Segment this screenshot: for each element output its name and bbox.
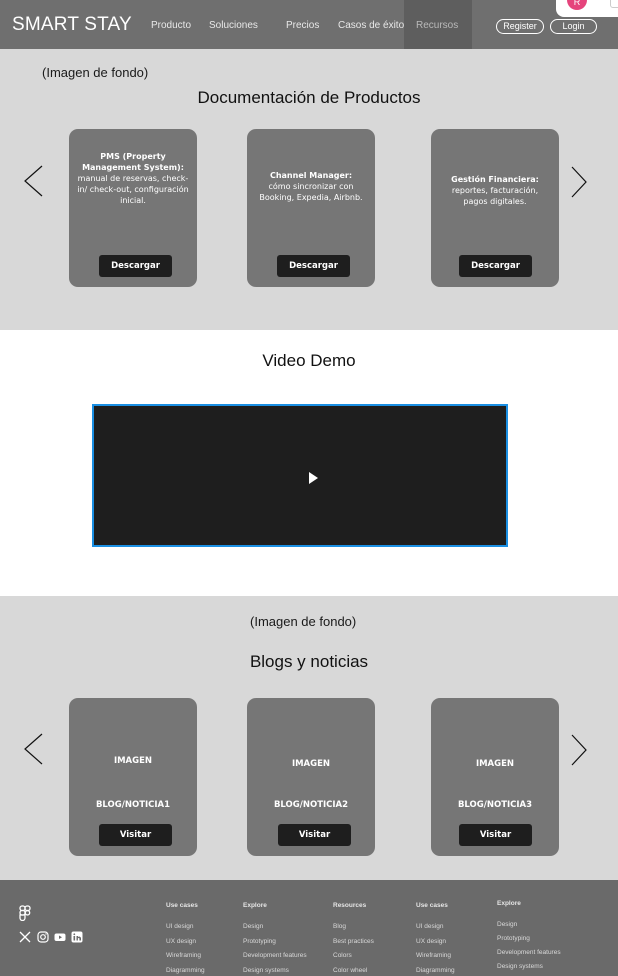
footer-link[interactable]: Prototyping	[243, 938, 307, 953]
linkedin-icon[interactable]	[71, 930, 83, 943]
footer-link[interactable]: Design systems	[497, 963, 561, 976]
blog-card-3: IMAGEN BLOG/NOTICIA3 Visitar	[431, 698, 559, 856]
doc-card-title: PMS (Property Management System):	[82, 152, 184, 172]
blogs-section: (Imagen de fondo) Blogs y noticias IMAGE…	[0, 596, 618, 880]
login-button[interactable]: Login	[550, 19, 597, 34]
doc-card-title: Gestión Financiera:	[451, 175, 539, 184]
doc-card-title: Channel Manager:	[269, 171, 353, 180]
footer-link[interactable]: Best practices	[333, 938, 374, 953]
doc-card-pms: PMS (Property Management System): manual…	[69, 129, 197, 287]
footer-column-heading: Use cases	[166, 902, 198, 909]
footer-link[interactable]: Wireframing	[166, 952, 205, 967]
doc-card-body: reportes, facturación, pagos digitales.	[451, 186, 539, 206]
blogs-title: Blogs y noticias	[249, 652, 369, 671]
nav-recursos[interactable]: Recursos	[404, 0, 472, 49]
docs-title: Documentación de Productos	[197, 88, 421, 107]
footer-column-heading: Resources	[333, 902, 367, 909]
footer-link[interactable]: Design	[243, 923, 307, 938]
blog-card-label: BLOG/NOTICIA1	[95, 800, 171, 810]
video-section: Video Demo	[0, 330, 618, 596]
visit-button[interactable]: Visitar	[459, 824, 532, 846]
blog-image-placeholder: IMAGEN	[113, 756, 153, 766]
footer: Use cases UI design UX design Wireframin…	[0, 880, 618, 976]
visit-button[interactable]: Visitar	[278, 824, 351, 846]
footer-column-heading: Explore	[243, 902, 267, 909]
top-navbar: SMART STAY Producto Soluciones Precios C…	[0, 0, 618, 49]
nav-soluciones[interactable]: Soluciones	[209, 20, 258, 31]
background-image-note: (Imagen de fondo)	[42, 65, 149, 80]
youtube-icon[interactable]	[54, 930, 66, 942]
user-avatar[interactable]: R	[567, 0, 587, 10]
footer-link[interactable]: UI design	[166, 923, 205, 938]
footer-link[interactable]: Colors	[333, 952, 374, 967]
doc-card-finanzas: Gestión Financiera: reportes, facturació…	[431, 129, 559, 287]
blogs-prev-arrow-icon[interactable]	[22, 731, 46, 767]
docs-prev-arrow-icon[interactable]	[22, 163, 46, 199]
doc-card-body: cómo sincronizar con Booking, Expedia, A…	[259, 182, 363, 202]
download-button[interactable]: Descargar	[459, 255, 532, 277]
footer-link[interactable]: Development features	[243, 952, 307, 967]
doc-card-text: Gestión Financiera: reportes, facturació…	[439, 174, 551, 207]
widget-control[interactable]	[610, 0, 618, 8]
x-icon[interactable]	[19, 930, 31, 943]
footer-link[interactable]: Blog	[333, 923, 374, 938]
blogs-next-arrow-icon[interactable]	[568, 732, 592, 768]
footer-link[interactable]: Diagramming	[416, 967, 455, 976]
nav-casos-de-exito[interactable]: Casos de éxito	[338, 20, 404, 31]
nav-recursos-label: Recursos	[416, 20, 459, 31]
docs-section: (Imagen de fondo) Documentación de Produ…	[0, 49, 618, 330]
register-button[interactable]: Register	[496, 19, 544, 34]
footer-column-heading: Explore	[497, 900, 521, 907]
overlay-widget[interactable]: R	[556, 0, 618, 17]
figma-logo-icon[interactable]	[19, 905, 31, 926]
video-title: Video Demo	[262, 351, 356, 370]
blog-card-label: BLOG/NOTICIA3	[457, 800, 533, 810]
docs-next-arrow-icon[interactable]	[568, 164, 592, 200]
footer-link[interactable]: Diagramming	[166, 967, 205, 976]
blog-card-1: IMAGEN BLOG/NOTICIA1 Visitar	[69, 698, 197, 856]
footer-column-use-cases: Use cases UI design UX design Wireframin…	[166, 902, 205, 976]
play-icon[interactable]	[309, 472, 318, 484]
video-player[interactable]	[92, 404, 508, 547]
download-button[interactable]: Descargar	[277, 255, 350, 277]
doc-card-body: manual de reservas, check-in/ check-out,…	[77, 174, 189, 205]
footer-link[interactable]: Prototyping	[497, 935, 561, 949]
nav-producto[interactable]: Producto	[151, 20, 191, 31]
blog-image-placeholder: IMAGEN	[475, 759, 515, 769]
footer-column-resources: Resources Blog Best practices Colors Col…	[333, 902, 374, 976]
footer-column-explore: Explore Design Prototyping Development f…	[243, 902, 307, 976]
visit-button[interactable]: Visitar	[99, 824, 172, 846]
footer-link[interactable]: Development features	[497, 949, 561, 963]
brand-logo[interactable]: SMART STAY	[12, 14, 132, 36]
footer-column-use-cases-2: Use cases UI design UX design Wireframin…	[416, 902, 455, 976]
blog-card-2: IMAGEN BLOG/NOTICIA2 Visitar	[247, 698, 375, 856]
instagram-icon[interactable]	[37, 930, 49, 943]
background-image-note: (Imagen de fondo)	[250, 614, 357, 629]
download-button[interactable]: Descargar	[99, 255, 172, 277]
footer-link[interactable]: UX design	[166, 938, 205, 953]
footer-link[interactable]: Design systems	[243, 967, 307, 976]
doc-card-channel-manager: Channel Manager: cómo sincronizar con Bo…	[247, 129, 375, 287]
nav-precios[interactable]: Precios	[286, 20, 319, 31]
footer-column-heading: Use cases	[416, 902, 448, 909]
footer-link[interactable]: Design	[497, 921, 561, 935]
doc-card-text: Channel Manager: cómo sincronizar con Bo…	[255, 170, 367, 203]
blog-image-placeholder: IMAGEN	[291, 759, 331, 769]
footer-column-explore-2: Explore Design Prototyping Development f…	[497, 900, 561, 976]
blog-card-label: BLOG/NOTICIA2	[273, 800, 349, 810]
footer-link[interactable]: UX design	[416, 938, 455, 953]
footer-link[interactable]: UI design	[416, 923, 455, 938]
footer-link[interactable]: Color wheel	[333, 967, 374, 976]
footer-link[interactable]: Wireframing	[416, 952, 455, 967]
doc-card-text: PMS (Property Management System): manual…	[77, 151, 189, 206]
